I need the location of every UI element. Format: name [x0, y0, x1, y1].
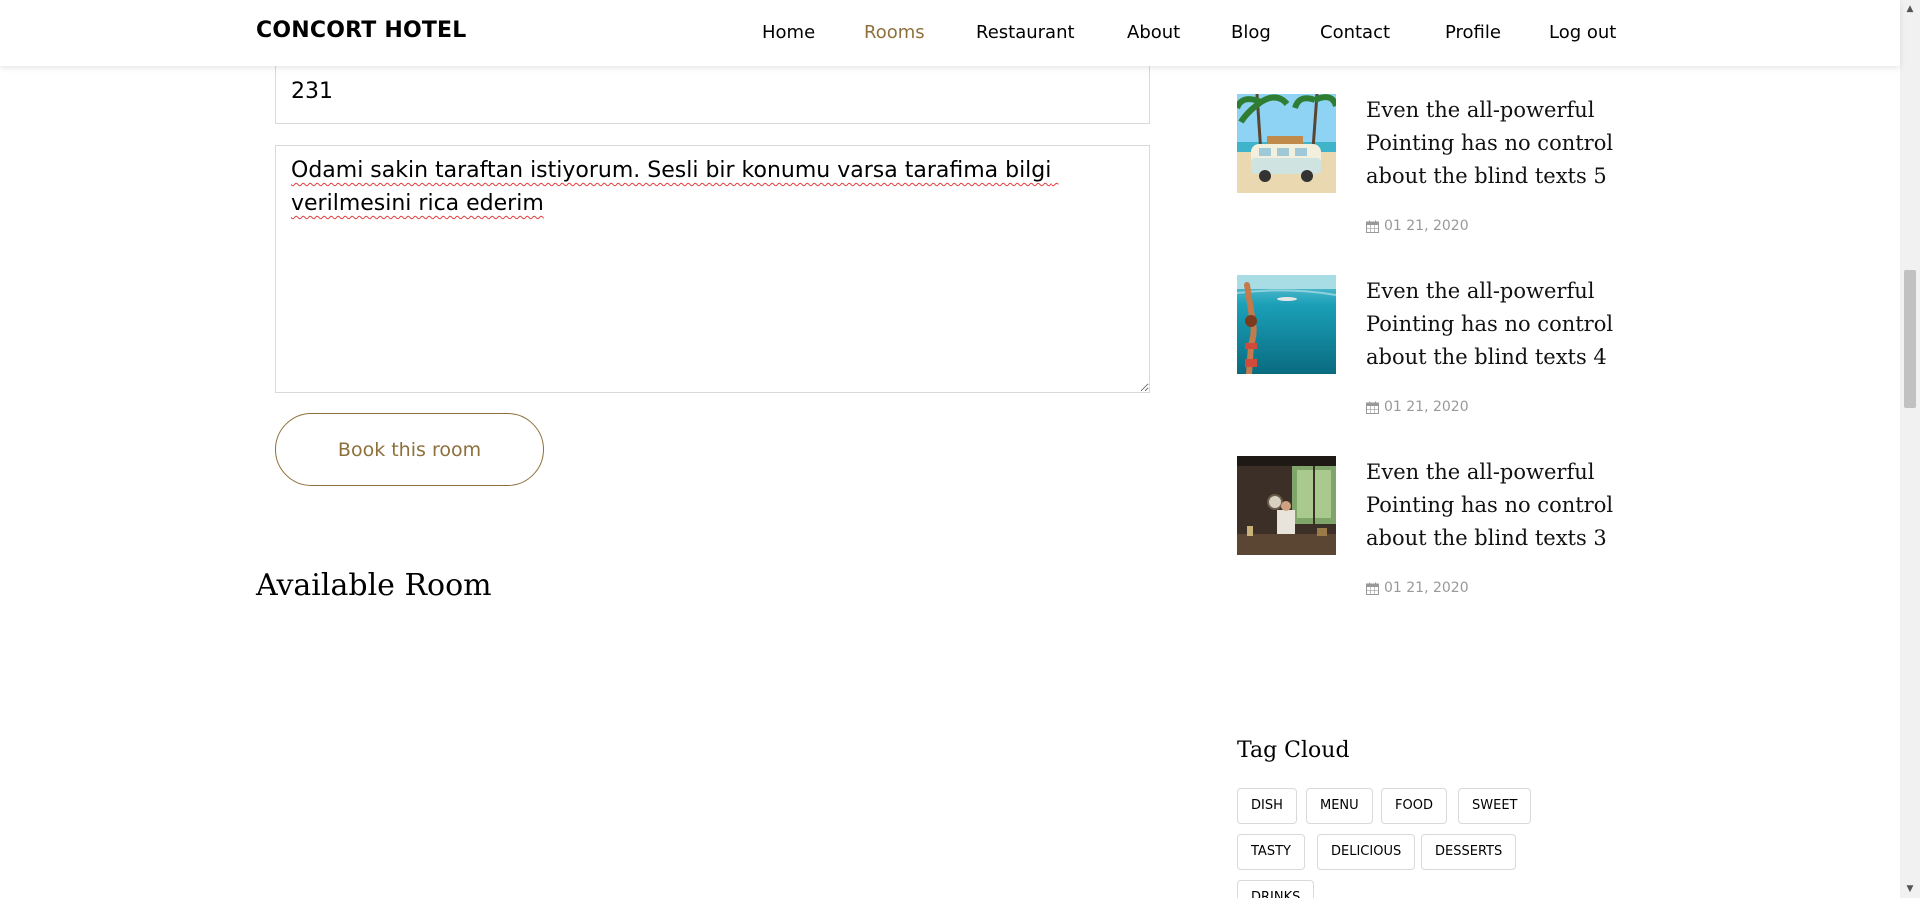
post-date: 01 21, 2020 — [1366, 218, 1469, 234]
scrollbar-thumb[interactable] — [1904, 270, 1916, 408]
scroll-down-arrow-icon[interactable]: ▼ — [1900, 880, 1920, 898]
scroll-up-arrow-icon[interactable]: ▲ — [1900, 0, 1920, 18]
book-room-button[interactable]: Book this room — [275, 413, 544, 486]
post-date: 01 21, 2020 — [1366, 399, 1469, 415]
post-date-text: 01 21, 2020 — [1384, 218, 1469, 234]
recent-post[interactable]: Even the all-powerful Pointing has no co… — [1237, 456, 1637, 616]
post-title[interactable]: Even the all-powerful Pointing has no co… — [1366, 94, 1626, 193]
post-image-cafe-interior[interactable] — [1237, 456, 1336, 555]
nav-about[interactable]: About — [1127, 22, 1180, 43]
nav-home[interactable]: Home — [762, 22, 815, 43]
tag-sweet[interactable]: SWEET — [1458, 788, 1532, 824]
tag-cloud-heading: Tag Cloud — [1237, 738, 1350, 763]
nav-logout[interactable]: Log out — [1549, 22, 1616, 43]
vertical-scrollbar[interactable]: ▲ ▼ — [1900, 0, 1920, 898]
post-title[interactable]: Even the all-powerful Pointing has no co… — [1366, 456, 1626, 555]
room-number-input[interactable] — [275, 60, 1150, 124]
brand-logo[interactable]: CONCORT HOTEL — [256, 18, 467, 43]
post-image-van-beach[interactable] — [1237, 94, 1336, 193]
available-room-heading: Available Room — [256, 568, 492, 603]
nav-profile[interactable]: Profile — [1445, 22, 1501, 43]
recent-post[interactable]: Even the all-powerful Pointing has no co… — [1237, 275, 1637, 435]
tag-drinks[interactable]: DRINKS — [1237, 880, 1315, 898]
tag-menu[interactable]: MENU — [1306, 788, 1373, 824]
post-image-sea-swimmer[interactable] — [1237, 275, 1336, 374]
calendar-icon — [1366, 582, 1379, 595]
nav-restaurant[interactable]: Restaurant — [976, 22, 1075, 43]
tag-delicious[interactable]: DELICIOUS — [1317, 834, 1416, 870]
post-date-text: 01 21, 2020 — [1384, 580, 1469, 596]
post-date-text: 01 21, 2020 — [1384, 399, 1469, 415]
nav-contact[interactable]: Contact — [1320, 22, 1390, 43]
tag-desserts[interactable]: DESSERTS — [1421, 834, 1517, 870]
calendar-icon — [1366, 220, 1379, 233]
tag-dish[interactable]: DISH — [1237, 788, 1297, 824]
recent-post[interactable]: Even the all-powerful Pointing has no co… — [1237, 94, 1637, 254]
post-date: 01 21, 2020 — [1366, 580, 1469, 596]
nav-rooms[interactable]: Rooms — [864, 22, 925, 43]
tag-food[interactable]: FOOD — [1381, 788, 1447, 824]
tag-tasty[interactable]: TASTY — [1237, 834, 1305, 870]
top-navbar: CONCORT HOTEL Home Rooms Restaurant Abou… — [0, 0, 1900, 66]
post-title[interactable]: Even the all-powerful Pointing has no co… — [1366, 275, 1626, 374]
calendar-icon — [1366, 401, 1379, 414]
nav-blog[interactable]: Blog — [1231, 22, 1271, 43]
message-textarea[interactable]: Odami sakin taraftan istiyorum. Sesli bi… — [275, 145, 1150, 393]
